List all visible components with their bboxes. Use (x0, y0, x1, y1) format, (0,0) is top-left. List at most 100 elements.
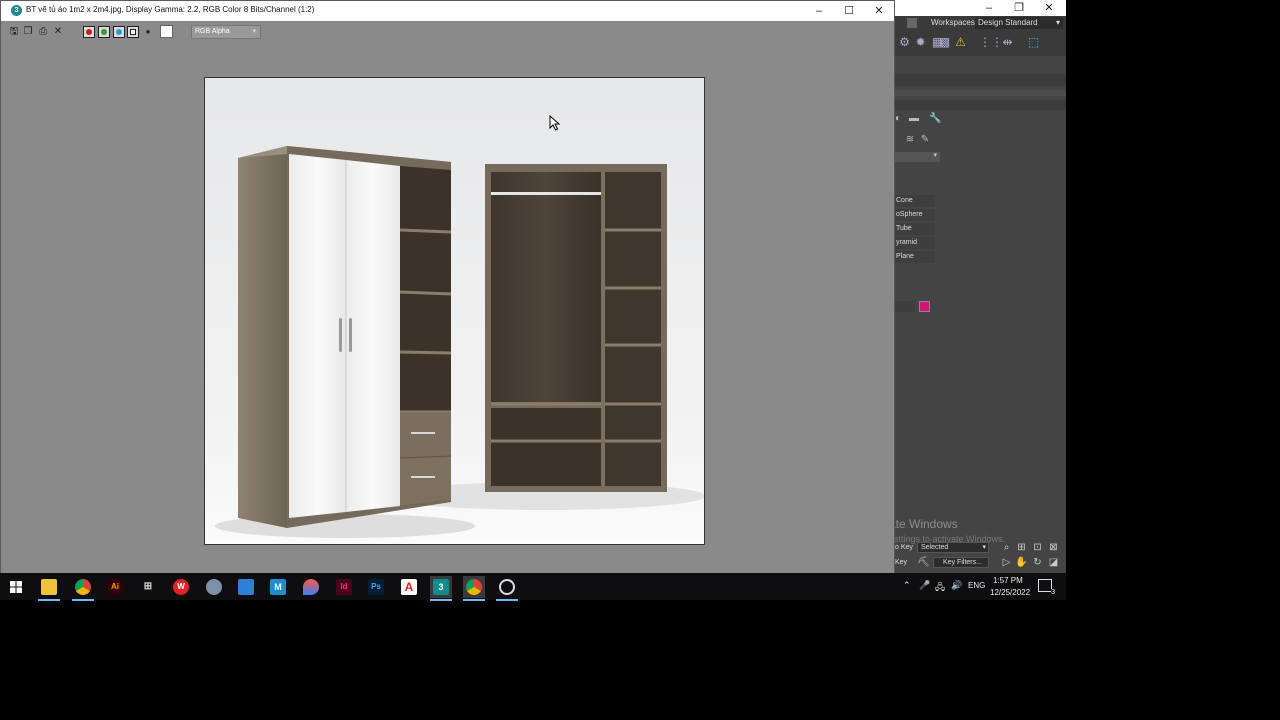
zoom-extents-all-icon[interactable]: ⊠ (1047, 541, 1060, 554)
frame-buffer-toolbar: 🖫 ❐ ⎙ ✕ ● RGB Alpha ▾ (1, 21, 894, 43)
wardrobe-render (205, 78, 704, 544)
max-restore-button[interactable]: ❐ (1004, 0, 1034, 16)
clock-date[interactable]: 12/25/2022 (990, 588, 1030, 597)
key-mode-icon[interactable]: ⛏ (917, 556, 930, 569)
photoshop-icon: Ps (368, 579, 384, 595)
acrobat-icon: A (401, 579, 417, 595)
grid-icon[interactable]: ⋮⋮ (979, 35, 1003, 50)
material-editor-icon[interactable]: ✹ (913, 35, 928, 50)
workspace-select[interactable]: Design Standard ▾ (975, 17, 1063, 29)
maximize-button[interactable]: ☐ (834, 2, 864, 20)
category-select[interactable]: ▾ (895, 152, 940, 162)
chrome-icon (75, 579, 91, 595)
maximize-viewport-icon[interactable]: ◪ (1047, 556, 1060, 569)
monochrome-icon[interactable]: ● (142, 26, 154, 38)
print-image-icon[interactable]: ⎙ (37, 26, 49, 38)
channel-display-select[interactable]: RGB Alpha ▾ (191, 25, 261, 39)
pan-hand-icon[interactable]: ✋ (1015, 556, 1028, 569)
clock-time[interactable]: 1:57 PM (993, 576, 1023, 585)
copy-image-icon[interactable]: ❐ (22, 26, 34, 38)
network-app-taskbar-button[interactable] (203, 576, 225, 598)
close-button[interactable]: ✕ (864, 2, 894, 20)
start-button[interactable] (5, 576, 27, 598)
selection-icon[interactable]: ⬚ (1026, 35, 1041, 50)
object-type-pyramid[interactable]: yramid (895, 237, 935, 249)
3ds-max-taskbar-button[interactable]: 3 (430, 576, 452, 601)
align-icon[interactable]: ⇹ (1000, 35, 1015, 50)
key-selection-select[interactable]: Selected ▾ (917, 542, 989, 553)
object-name-field[interactable] (895, 301, 915, 312)
object-type-cone[interactable]: Cone (895, 195, 935, 207)
file-explorer-taskbar-button[interactable] (38, 576, 60, 601)
shapes-icon[interactable]: ≋ (904, 134, 916, 146)
chevron-down-icon: ▾ (1055, 18, 1060, 27)
object-type-tube[interactable]: Tube (895, 223, 935, 235)
tray-chevron-up-icon[interactable]: ⌃ (903, 580, 911, 591)
folder-icon (41, 579, 57, 595)
orbit-icon[interactable]: ↻ (1031, 556, 1044, 569)
max-close-button[interactable]: ✕ (1034, 0, 1064, 16)
color-drop-icon (303, 579, 319, 595)
illustrator-taskbar-button[interactable]: Ai (104, 576, 126, 598)
command-panel: ◐ ▬ 🔧 ≋ ✎ ▾ Cone oSphere Tube yramid Pla… (863, 56, 1066, 572)
speed-gauge-icon (499, 579, 515, 595)
wps-icon: W (173, 579, 189, 595)
frame-buffer-titlebar[interactable]: 3 BT vẽ tủ áo 1m2 x 2m4.jpg, Display Gam… (1, 1, 894, 21)
key-selection-value: Selected (921, 544, 949, 551)
acrobat-taskbar-button[interactable]: A (398, 576, 420, 598)
zoom-icon[interactable]: ⌕ (1000, 541, 1013, 554)
store-icon (238, 579, 254, 595)
zoom-extents-icon[interactable]: ⊡ (1031, 541, 1044, 554)
object-color-swatch[interactable] (919, 301, 930, 312)
microphone-icon[interactable]: 🎤 (919, 580, 930, 591)
chevron-down-icon: ▾ (982, 544, 986, 551)
color-app-taskbar-button[interactable] (300, 576, 322, 598)
alpha-channel-toggle[interactable] (127, 26, 139, 38)
active-indicator (38, 599, 60, 601)
background-color-swatch[interactable] (160, 25, 173, 38)
m-app-taskbar-button[interactable]: M (267, 576, 289, 598)
schematic-icon[interactable]: ⚙ (897, 35, 912, 50)
key-filters-button[interactable]: Key Filters... (933, 557, 989, 568)
zoom-all-icon[interactable]: ⊞ (1015, 541, 1028, 554)
chrome-badge-icon (466, 579, 482, 595)
m-app-icon: M (270, 579, 286, 595)
chevron-down-icon: ▾ (933, 152, 937, 159)
dropdown-arrow-icon[interactable] (907, 18, 917, 28)
chrome-profile-taskbar-button[interactable] (463, 576, 485, 601)
chrome-taskbar-button[interactable] (72, 576, 94, 601)
indesign-taskbar-button[interactable]: Id (333, 576, 355, 598)
speed-app-taskbar-button[interactable] (496, 576, 518, 601)
minimize-button[interactable]: – (804, 2, 834, 20)
app-grid-taskbar-button[interactable]: ⊞ (137, 576, 159, 598)
blue-channel-toggle[interactable] (113, 26, 125, 38)
store-taskbar-button[interactable] (235, 576, 257, 598)
windows-logo-icon (10, 581, 22, 593)
warning-icon[interactable]: ⚠ (953, 35, 968, 50)
active-indicator (496, 599, 518, 601)
green-channel-toggle[interactable] (98, 26, 110, 38)
language-indicator[interactable]: ENG (968, 581, 985, 590)
display-tab-icon[interactable]: ▬ (908, 113, 920, 125)
object-type-geosphere[interactable]: oSphere (895, 209, 935, 221)
mouse-cursor-icon (549, 115, 561, 131)
network-app-icon (206, 579, 222, 595)
photoshop-taskbar-button[interactable]: Ps (365, 576, 387, 598)
lights-icon[interactable]: ✎ (919, 134, 931, 146)
field-of-view-icon[interactable]: ▷ (1000, 556, 1013, 569)
object-type-plane[interactable]: Plane (895, 251, 935, 263)
save-image-icon[interactable]: 🖫 (8, 26, 20, 38)
red-channel-toggle[interactable] (83, 26, 95, 38)
network-icon[interactable]: 🖧 (935, 580, 945, 596)
wps-taskbar-button[interactable]: W (170, 576, 192, 598)
volume-icon[interactable]: 🔊 (951, 580, 962, 591)
action-center-button[interactable]: 3 (1038, 579, 1055, 596)
blue-channel-icon (116, 29, 122, 35)
active-indicator (430, 599, 452, 601)
app-grid-icon: ⊞ (143, 581, 153, 592)
indesign-icon: Id (336, 579, 352, 595)
render-frame-icon[interactable]: ▩ (937, 35, 952, 50)
utilities-tab-icon[interactable]: 🔧 (929, 113, 941, 125)
clear-image-icon[interactable]: ✕ (52, 26, 64, 38)
max-minimize-button[interactable]: – (974, 0, 1004, 16)
